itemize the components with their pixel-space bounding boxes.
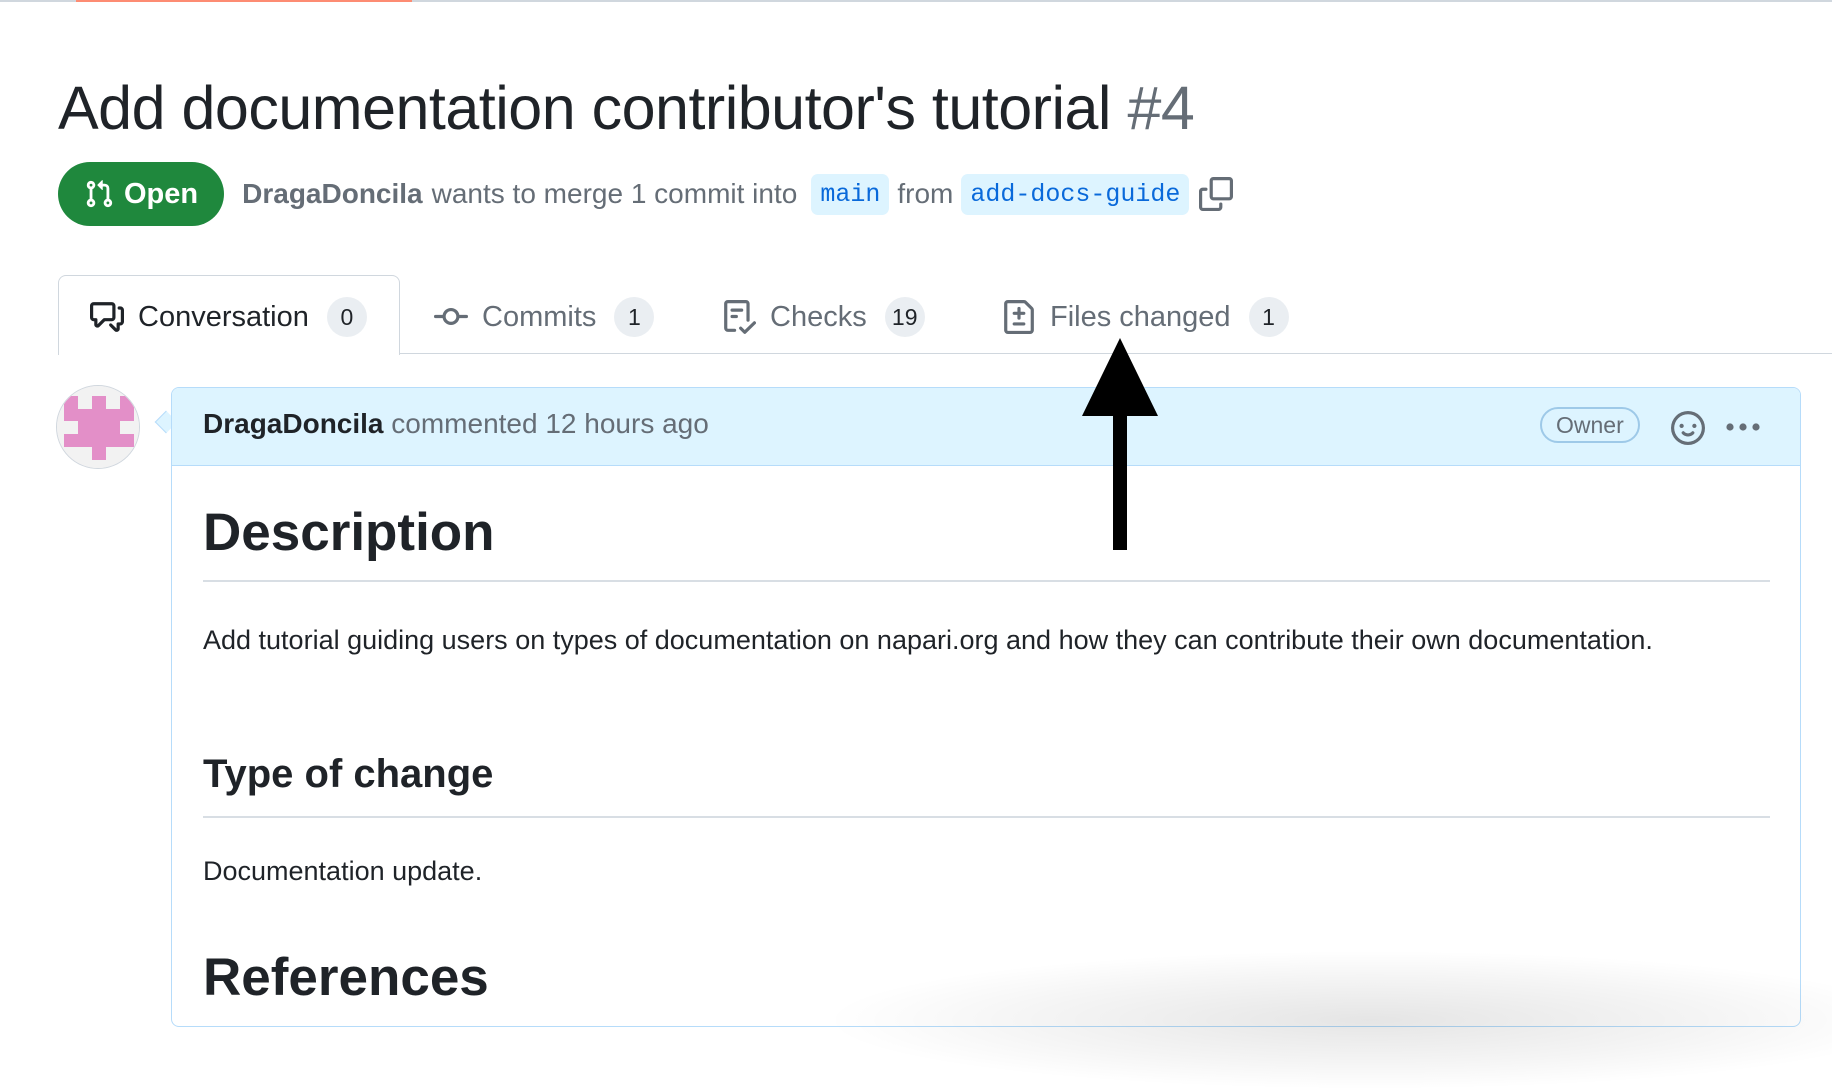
annotation-arrow-icon [1082,338,1158,550]
comment-timestamp[interactable]: commented 12 hours ago [391,408,709,439]
file-diff-icon [1004,300,1034,334]
tab-commits-count: 1 [614,297,655,337]
type-of-change-text: Documentation update. [203,856,483,886]
heading-divider [203,580,1770,582]
heading-divider [203,816,1770,818]
avatar[interactable] [56,385,140,469]
merge-text: wants to merge 1 commit into [431,178,798,209]
pr-title: Add documentation contributor's tutorial [58,74,1111,142]
tab-checks-label: Checks [770,300,867,333]
tab-checks[interactable]: Checks 19 [722,296,925,338]
identicon-image [57,386,139,468]
tab-checks-count: 19 [884,297,925,337]
comment-discussion-icon [90,302,124,332]
references-heading: References [203,948,489,1007]
top-accent-bar [76,0,412,2]
state-badge: Open [58,162,225,226]
state-label: Open [124,177,199,210]
git-pull-request-icon [86,180,113,208]
smiley-icon[interactable] [1671,411,1705,445]
top-progress-line [0,0,1832,2]
base-branch[interactable]: main [811,173,890,215]
pr-author-link[interactable]: DragaDoncila [242,178,423,210]
tab-conversation-label: Conversation [138,300,309,333]
pr-number: #4 [1127,74,1195,142]
comment-author-link[interactable]: DragaDoncila [203,408,384,439]
tab-files-changed[interactable]: Files changed 1 [1002,296,1289,338]
from-text: from [897,178,954,209]
comment-header: DragaDoncila commented 12 hours ago Owne… [172,388,1800,466]
tab-commits-label: Commits [482,300,597,333]
page-title: Add documentation contributor's tutorial… [58,68,1195,148]
copy-icon[interactable] [1199,177,1234,211]
tab-conversation[interactable]: Conversation 0 [90,296,367,338]
tab-conversation-count: 0 [326,297,367,337]
comment-box: DragaDoncila commented 12 hours ago Owne… [171,387,1801,1027]
tab-commits[interactable]: Commits 1 [434,296,655,338]
kebab-horizontal-icon[interactable] [1725,422,1761,432]
tab-files-changed-count: 1 [1248,297,1289,337]
description-heading: Description [203,503,495,562]
head-branch[interactable]: add-docs-guide [961,173,1190,215]
tab-files-changed-label: Files changed [1050,300,1231,333]
owner-badge: Owner [1540,407,1640,443]
git-commit-icon [434,307,468,325]
pr-meta-row: Open DragaDoncila wants to merge 1 commi… [58,162,1234,226]
checklist-icon [724,300,756,334]
type-of-change-heading: Type of change [203,752,494,796]
comment-meta: DragaDoncila commented 12 hours ago [203,408,709,440]
description-text: Add tutorial guiding users on types of d… [203,625,1653,655]
